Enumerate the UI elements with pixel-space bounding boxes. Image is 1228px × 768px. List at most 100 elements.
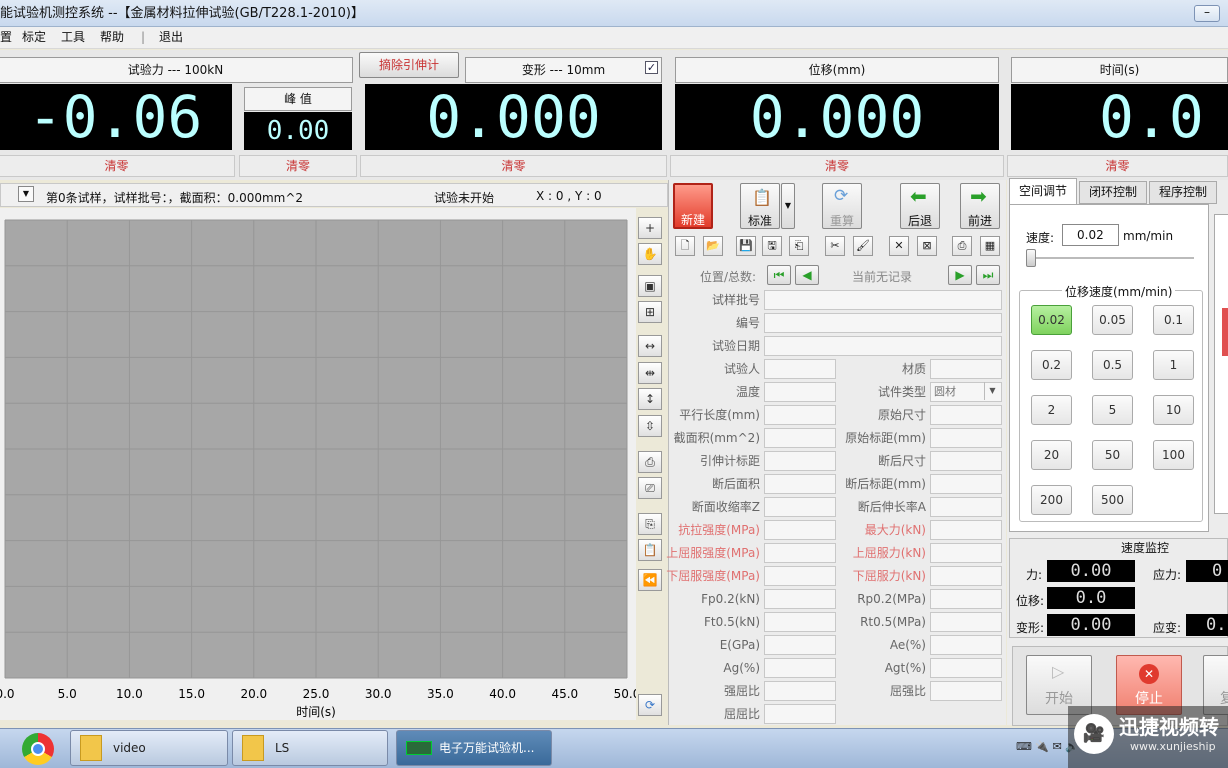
export-icon[interactable]: ⎗ <box>789 236 809 256</box>
delete-all-icon[interactable]: ⊠ <box>917 236 937 256</box>
tab-space-adjust[interactable]: 空间调节 <box>1009 178 1077 204</box>
field-input-right-4[interactable] <box>930 451 1002 471</box>
rewind-icon[interactable]: ⏪ <box>638 569 662 591</box>
minimize-button[interactable]: – <box>1194 5 1220 22</box>
chart-select-dropdown[interactable]: ▼ <box>18 186 34 202</box>
displacement-display: 0.000 <box>675 84 999 150</box>
copy-icon[interactable]: ⎘ <box>638 513 662 535</box>
y-expand-icon[interactable]: ↕ <box>638 388 662 410</box>
date-field[interactable] <box>764 336 1002 356</box>
speed-preset-button[interactable]: 0.1 <box>1153 305 1194 335</box>
field-label-left-9: 下屈服强度(MPa) <box>666 569 760 583</box>
speed-preset-button[interactable]: 100 <box>1153 440 1194 470</box>
speed-preset-button[interactable]: 1 <box>1153 350 1194 380</box>
y-shrink-icon[interactable]: ⇳ <box>638 415 662 437</box>
type-dropdown-arrow[interactable]: ▼ <box>984 382 1000 400</box>
zoom-window-icon[interactable]: ▣ <box>638 275 662 297</box>
field-input-right-9[interactable] <box>930 566 1002 586</box>
displacement-zero-button[interactable]: 清零 <box>670 155 1004 177</box>
hand-pan-icon[interactable]: ✋ <box>638 243 662 265</box>
menu-item-help[interactable]: 帮助 <box>100 27 124 48</box>
brush-icon[interactable]: 🖌 <box>853 236 873 256</box>
menu-item-tools[interactable]: 工具 <box>61 27 85 48</box>
field-label-left-3: 截面积(mm^2) <box>673 431 760 445</box>
test-state: 试验未开始 <box>434 191 495 205</box>
clipboard-icon[interactable]: 📋 <box>638 539 662 561</box>
speed-preset-button[interactable]: 5 <box>1092 395 1133 425</box>
field-input-right-12[interactable] <box>930 635 1002 655</box>
tab-program[interactable]: 程序控制 <box>1149 181 1217 204</box>
taskbar-video-label: video <box>113 741 146 755</box>
tab-closed-loop[interactable]: 闭环控制 <box>1079 181 1147 204</box>
clipboard-standard-icon: 📋 <box>752 188 772 207</box>
number-field[interactable] <box>764 313 1002 333</box>
delete-icon[interactable]: ✕ <box>889 236 909 256</box>
standard-dropdown[interactable]: ▼ <box>781 183 795 229</box>
open-folder-icon[interactable]: 📂 <box>703 236 723 256</box>
speed-preset-button[interactable]: 0.5 <box>1092 350 1133 380</box>
crosshair-icon[interactable]: + <box>638 217 662 239</box>
standard-button-label: 标准 <box>747 214 772 228</box>
printer-setup-icon[interactable]: ⎚ <box>638 477 662 499</box>
last-record-icon[interactable]: ⏭ <box>976 265 1000 285</box>
deform-checkbox[interactable]: ✓ <box>645 61 658 74</box>
field-input-right-6[interactable] <box>930 497 1002 517</box>
field-input-left-15[interactable] <box>764 704 836 724</box>
speed-preset-button[interactable]: 0.02 <box>1031 305 1072 335</box>
speed-preset-button[interactable]: 20 <box>1031 440 1072 470</box>
peak-zero-button[interactable]: 清零 <box>239 155 357 177</box>
field-input-right-5[interactable] <box>930 474 1002 494</box>
save-as-icon[interactable]: 🖫 <box>762 236 782 256</box>
side-red-button[interactable] <box>1222 308 1228 356</box>
refresh-icon[interactable]: ⟳ <box>638 694 662 716</box>
speed-slider-thumb[interactable] <box>1026 249 1036 267</box>
speed-preset-button[interactable]: 50 <box>1092 440 1133 470</box>
speed-preset-button[interactable]: 10 <box>1153 395 1194 425</box>
time-zero-button[interactable]: 清零 <box>1007 155 1228 177</box>
field-input-right-13[interactable] <box>930 658 1002 678</box>
print-record-icon[interactable]: ⎙ <box>952 236 972 256</box>
field-label-right-4: 断后尺寸 <box>877 454 926 468</box>
field-input-right-11[interactable] <box>930 612 1002 632</box>
field-input-right-2[interactable] <box>930 405 1002 425</box>
first-record-icon[interactable]: ⏮ <box>767 265 791 285</box>
field-input-right-0[interactable] <box>930 359 1002 379</box>
speed-preset-button[interactable]: 0.05 <box>1092 305 1133 335</box>
remove-extensometer-button[interactable]: 摘除引伸计 <box>359 52 459 78</box>
menu-item-exit[interactable]: 退出 <box>159 27 183 48</box>
new-file-icon[interactable]: 🗋 <box>675 236 695 256</box>
speed-preset-button[interactable]: 200 <box>1031 485 1072 515</box>
menu-item-calibrate[interactable]: 标定 <box>22 27 46 48</box>
x-expand-icon[interactable]: ↔ <box>638 335 662 357</box>
deform-zero-button[interactable]: 清零 <box>360 155 667 177</box>
menu-separator: | <box>141 30 146 44</box>
curve-chart[interactable]: 0.0 5.0 10.0 15.0 20.0 25.0 30.0 35.0 40.0 45.0 50… <box>0 208 640 720</box>
speed-input[interactable]: 0.02 <box>1062 224 1119 246</box>
next-record-icon[interactable]: ▶ <box>948 265 972 285</box>
field-input-right-14[interactable] <box>930 681 1002 701</box>
field-label-right-3: 原始标距(mm) <box>845 431 926 445</box>
field-input-right-7[interactable] <box>930 520 1002 540</box>
batch-field[interactable] <box>764 290 1002 310</box>
speed-preset-button[interactable]: 2 <box>1031 395 1072 425</box>
field-input-right-10[interactable] <box>930 589 1002 609</box>
x-shrink-icon[interactable]: ⇹ <box>638 362 662 384</box>
table-icon[interactable]: ▦ <box>980 236 1000 256</box>
taskbar-ls-label: LS <box>275 741 290 755</box>
new-button[interactable]: 新建 <box>673 183 713 229</box>
speed-preset-button[interactable]: 0.2 <box>1031 350 1072 380</box>
fit-window-icon[interactable]: ⊞ <box>638 301 662 323</box>
save-icon[interactable]: 💾 <box>736 236 756 256</box>
prev-record-icon[interactable]: ◀ <box>795 265 819 285</box>
current-record-text: 当前无记录 <box>852 270 913 284</box>
field-input-right-8[interactable] <box>930 543 1002 563</box>
field-input-right-3[interactable] <box>930 428 1002 448</box>
chrome-icon[interactable] <box>22 733 54 765</box>
cut-icon[interactable]: ✂ <box>825 236 845 256</box>
speed-preset-button[interactable]: 500 <box>1092 485 1133 515</box>
force-zero-button[interactable]: 清零 <box>0 155 235 177</box>
print-icon[interactable]: ⎙ <box>638 451 662 473</box>
field-label-right-1: 试件类型 <box>877 385 926 399</box>
x-tick-label: 45.0 <box>551 687 578 701</box>
menu-item-settings[interactable]: 置 <box>0 27 12 48</box>
